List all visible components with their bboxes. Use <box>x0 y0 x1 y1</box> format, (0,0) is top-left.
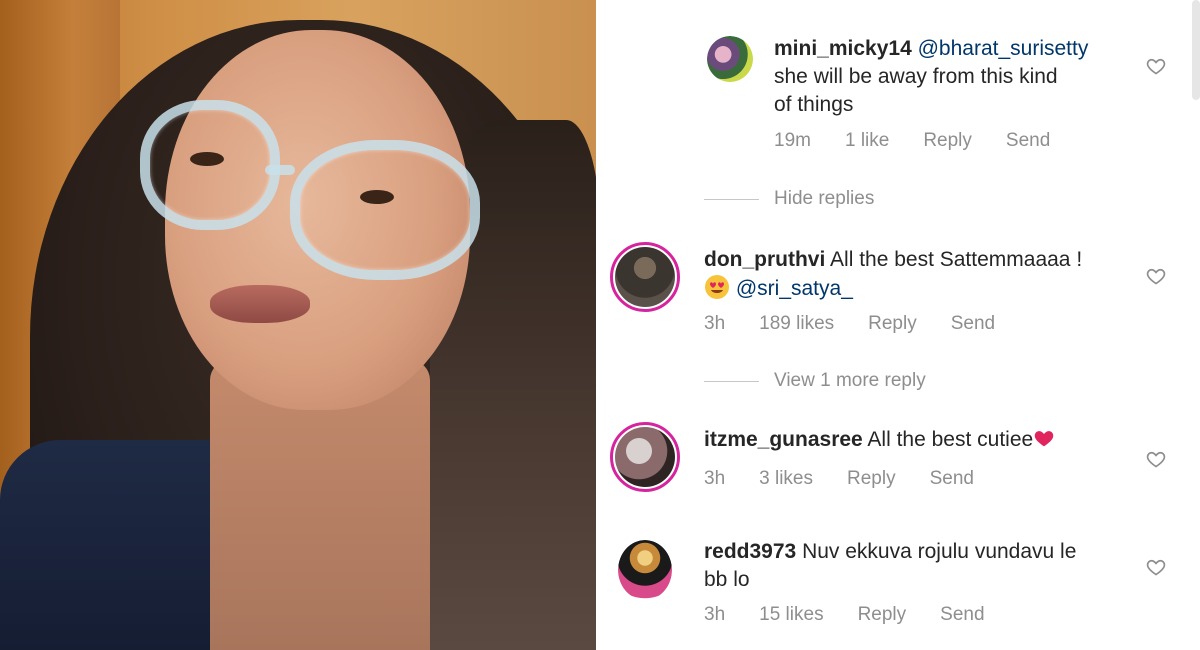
comment-meta: 19m 1 like Reply Send <box>774 130 1050 152</box>
like-heart-icon[interactable] <box>1146 557 1166 577</box>
send-button[interactable]: Send <box>940 604 984 626</box>
glasses-left-lens <box>140 100 280 230</box>
reply-button[interactable]: Reply <box>858 604 907 626</box>
avatar[interactable] <box>618 540 672 600</box>
replies-divider <box>704 381 759 382</box>
comment-username[interactable]: redd3973 <box>704 540 796 563</box>
comment-likes[interactable]: 3 likes <box>759 468 813 490</box>
send-button[interactable]: Send <box>1006 130 1050 152</box>
send-button[interactable]: Send <box>951 313 995 335</box>
like-heart-icon[interactable] <box>1146 266 1166 286</box>
comment-time: 19m <box>774 130 811 151</box>
comment-item: don_pruthvi All the best Sattemmaaaa ! @… <box>596 230 1200 350</box>
comment-likes[interactable]: 15 likes <box>759 604 823 626</box>
comment-item: itzme_gunasree All the best cutiee 3h 3 … <box>596 415 1200 515</box>
comment-mention[interactable]: @sri_satya_ <box>736 277 853 300</box>
heart-emoji <box>1033 427 1055 449</box>
comment-body-line1: Nuv ekkuva rojulu vundavu le <box>802 540 1077 563</box>
video-still <box>0 0 596 650</box>
comment-mention[interactable]: @bharat_surisetty <box>918 37 1089 60</box>
comment-meta: 3h 3 likes Reply Send <box>704 468 974 490</box>
comment-likes[interactable]: 189 likes <box>759 313 834 335</box>
like-heart-icon[interactable] <box>1146 56 1166 76</box>
comment-text: redd3973 Nuv ekkuva rojulu vundavu le bb… <box>704 538 1144 594</box>
comment-body-line2: bb lo <box>704 568 750 591</box>
mouth <box>210 285 310 323</box>
like-heart-icon[interactable] <box>1146 449 1166 469</box>
reply-button[interactable]: Reply <box>868 313 917 335</box>
comment-item: redd3973 Nuv ekkuva rojulu vundavu le bb… <box>596 530 1200 650</box>
comment-item: mini_micky14 @bharat_surisetty she will … <box>596 0 1200 170</box>
reply-button[interactable]: Reply <box>847 468 896 490</box>
glasses-right-lens <box>290 140 480 280</box>
comment-body: All the best cutiee <box>867 428 1034 451</box>
glasses-bridge <box>265 165 295 175</box>
comment-text: don_pruthvi All the best Sattemmaaaa ! @… <box>704 246 1144 303</box>
comment-username[interactable]: itzme_gunasree <box>704 428 863 451</box>
comment-username[interactable]: mini_micky14 <box>774 37 912 60</box>
comment-body-line1: she will be away from this kind <box>774 65 1058 88</box>
comment-likes[interactable]: 1 like <box>845 130 889 152</box>
comment-time: 3h <box>704 468 726 489</box>
comment-meta: 3h 15 likes Reply Send <box>704 604 985 626</box>
heart-eyes-emoji <box>704 274 730 300</box>
comment-body-line2: of things <box>774 93 854 116</box>
comment-time: 3h <box>704 604 726 625</box>
comment-text: mini_micky14 @bharat_surisetty she will … <box>774 35 1154 119</box>
comment-time: 3h <box>704 313 726 334</box>
view-more-reply-button[interactable]: View 1 more reply <box>774 370 926 392</box>
comment-body: All the best Sattemmaaaa ! <box>830 248 1083 271</box>
replies-divider <box>704 199 759 200</box>
avatar[interactable] <box>610 242 680 312</box>
comment-text: itzme_gunasree All the best cutiee <box>704 426 1144 454</box>
avatar[interactable] <box>610 422 680 492</box>
send-button[interactable]: Send <box>930 468 974 490</box>
comment-meta: 3h 189 likes Reply Send <box>704 313 995 335</box>
shirt <box>0 440 220 650</box>
reply-button[interactable]: Reply <box>923 130 972 152</box>
comment-username[interactable]: don_pruthvi <box>704 248 825 271</box>
hide-replies-button[interactable]: Hide replies <box>774 188 874 210</box>
avatar[interactable] <box>707 36 753 82</box>
comments-panel: mini_micky14 @bharat_surisetty she will … <box>596 0 1200 650</box>
